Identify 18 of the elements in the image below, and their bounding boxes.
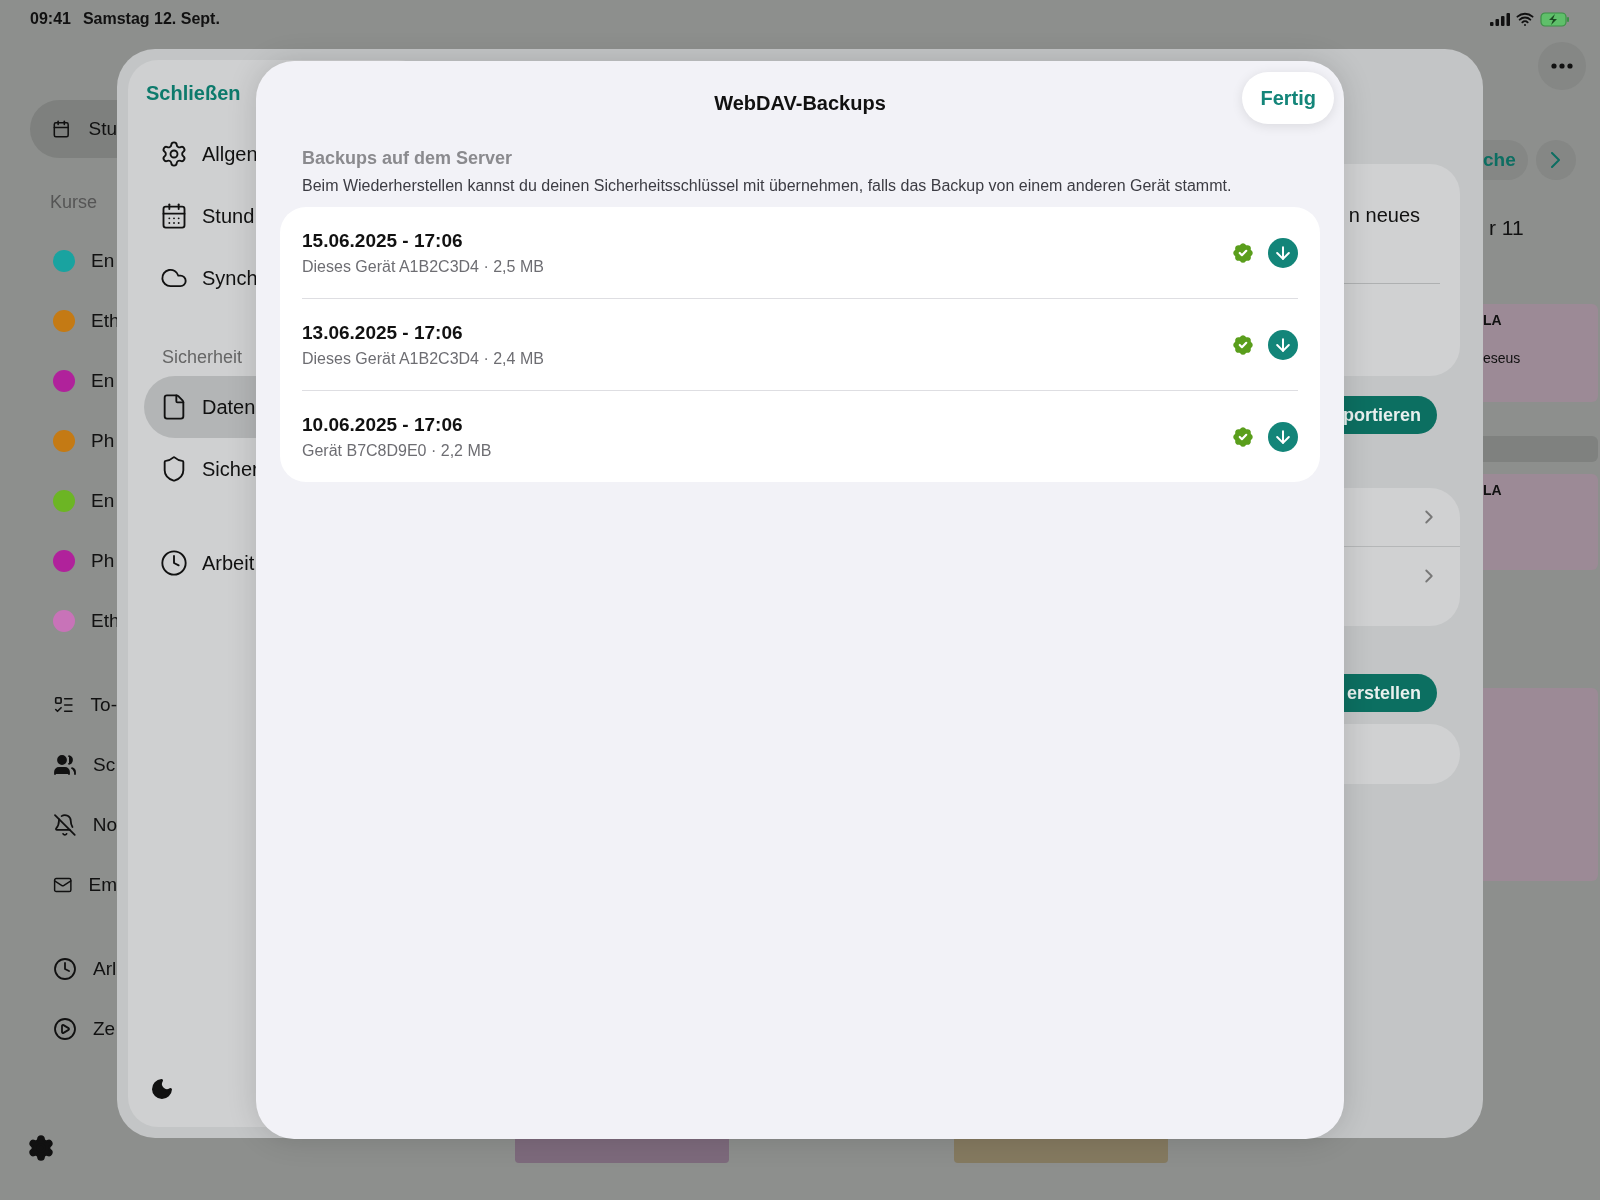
backup-details: Gerät B7C8D9E0 · 2,2 MB [302, 441, 492, 460]
section-header: Backups auf dem Server [302, 148, 514, 169]
card-text: n neues [1348, 204, 1420, 227]
backup-title: 10.06.2025 - 17:06 [302, 413, 464, 436]
event-subtitle: eseus [1483, 350, 1522, 366]
event-title: LA [1483, 312, 1503, 328]
section-header: Sicherheit [162, 347, 243, 368]
status-date: Samstag 12. Sept. [82, 10, 220, 28]
event-title: LA [1483, 482, 1503, 498]
sheet-title: WebDAV-Backups [714, 91, 886, 115]
backup-details: Dieses Gerät A1B2C3D4 · 2,4 MB [302, 349, 544, 368]
backup-title: 13.06.2025 - 17:06 [302, 321, 464, 344]
backup-details: Dieses Gerät A1B2C3D4 · 2,5 MB [302, 257, 544, 276]
week-heading: r 11 [1489, 216, 1525, 240]
section-description: Beim Wiederherstellen kannst du deinen Sicherheitsschlüssel mit übernehmen, falls das Backup von einem anderen Gerät stammt. [302, 177, 1232, 195]
status-time: 09:41 [30, 10, 71, 28]
backup-title: 15.06.2025 - 17:06 [302, 229, 464, 252]
section-header: Kurse [50, 192, 99, 213]
